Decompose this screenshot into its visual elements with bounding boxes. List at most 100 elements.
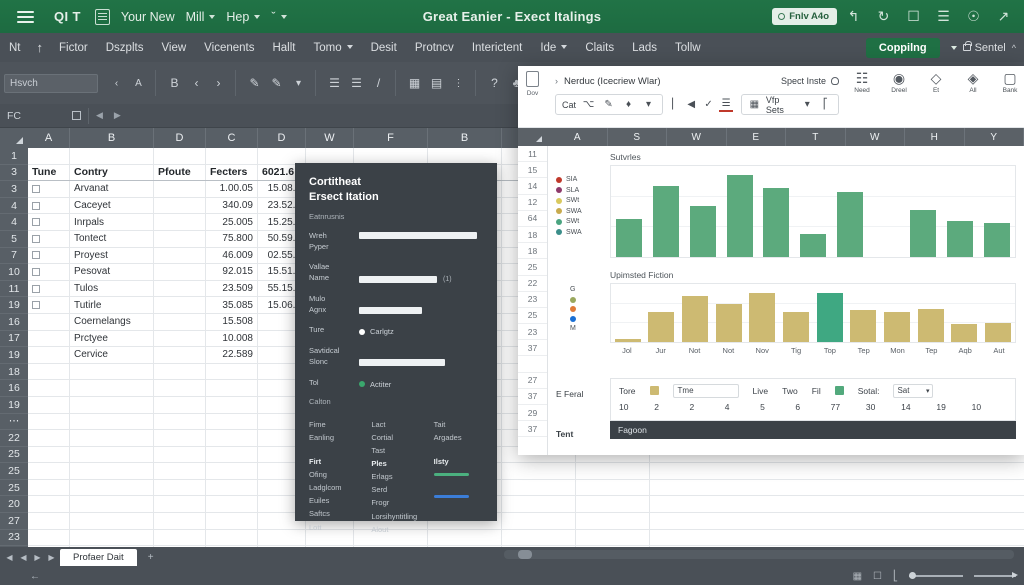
grid-cell[interactable]	[28, 430, 70, 446]
grid-cell[interactable]	[70, 363, 154, 380]
row-header[interactable]: 25	[0, 447, 28, 464]
ribbon-tab-ide[interactable]: Ide	[531, 42, 576, 54]
select-all-icon[interactable]	[72, 111, 81, 120]
cat-tool-group[interactable]: Cat ⌥ ✎ ♦ ▾	[555, 94, 664, 115]
bar[interactable]	[689, 205, 716, 257]
grid-cell[interactable]	[206, 430, 258, 446]
overlay-link[interactable]: Fime	[309, 418, 358, 431]
panel-button-need[interactable]: ☷ Need	[845, 71, 879, 127]
grid-cell[interactable]	[154, 280, 206, 297]
bar[interactable]	[783, 312, 810, 342]
ribbon-tab-lads[interactable]: Lads	[623, 42, 666, 54]
sort-icon[interactable]: ⎢	[667, 97, 680, 112]
font-name-input[interactable]: Hsvch	[4, 73, 98, 93]
panel-doc-button[interactable]: Dov	[526, 71, 539, 127]
grid-cell[interactable]	[28, 264, 70, 280]
row-header[interactable]: 7	[0, 248, 28, 265]
sheet-tab-0[interactable]: Profaer Dait	[60, 548, 137, 566]
grid-cell[interactable]	[354, 148, 428, 164]
grid-cell[interactable]: Inrpals	[70, 214, 154, 230]
zoom-slider[interactable]	[909, 573, 963, 579]
row-header[interactable]: ⋯	[0, 414, 28, 431]
overlay-field-input[interactable]	[359, 275, 437, 283]
cut-icon[interactable]: ⌥	[581, 97, 596, 112]
chart-2-plot[interactable]	[610, 283, 1016, 343]
paint-icon[interactable]: ♦	[621, 97, 636, 112]
align-center-icon[interactable]: ☰	[347, 74, 366, 93]
row-header[interactable]: 3	[0, 181, 28, 198]
page-break-icon[interactable]: ⎣	[893, 571, 898, 582]
prev-sheet-icon[interactable]: ◀	[18, 553, 29, 562]
panel-row-header[interactable]: 27	[518, 373, 547, 389]
overlay-link[interactable]: Erlags	[371, 470, 420, 483]
legend-item[interactable]: SWt	[556, 197, 582, 204]
column-header-b-1[interactable]: B	[70, 128, 154, 148]
panel-row-header[interactable]: 18	[518, 227, 547, 244]
chevron-down-icon[interactable]: ▾	[289, 74, 308, 93]
grid-cell[interactable]: 23.509	[206, 280, 258, 297]
legend-item[interactable]: SWA	[556, 229, 582, 236]
legend-item[interactable]: SLA	[556, 187, 582, 194]
ribbon-tab-desit[interactable]: Desit	[362, 42, 406, 54]
row-header[interactable]: 16	[0, 380, 28, 397]
overlay-link[interactable]: Ofing	[309, 468, 358, 481]
bar[interactable]	[614, 339, 641, 342]
grid-cell[interactable]	[28, 197, 70, 214]
row-header[interactable]: 22	[0, 430, 28, 447]
grid-cell[interactable]	[154, 363, 206, 380]
ribbon-tab-vicenents[interactable]: Vicenents	[195, 42, 263, 54]
panel-column-header-4[interactable]: T	[786, 128, 846, 146]
grid-cell[interactable]: 340.09	[206, 197, 258, 214]
name-box[interactable]: FC	[0, 110, 72, 122]
grid-cell[interactable]	[154, 430, 206, 446]
table-row[interactable]	[28, 513, 1024, 530]
bar[interactable]	[951, 323, 978, 342]
decrease-font-icon[interactable]: ‹	[107, 74, 126, 93]
row-header[interactable]: 16	[0, 314, 28, 331]
grid-cell[interactable]	[28, 479, 70, 496]
row-header[interactable]: 25	[0, 463, 28, 480]
legend-item[interactable]	[570, 306, 580, 312]
grid-cell[interactable]	[70, 463, 154, 479]
grid-cell[interactable]	[154, 479, 206, 496]
grid-cell[interactable]	[576, 463, 650, 479]
grid-cell[interactable]	[576, 513, 650, 529]
check-icon[interactable]: ✓	[702, 97, 715, 112]
grid-cell[interactable]	[70, 529, 154, 546]
grid-cell[interactable]	[306, 148, 354, 164]
grid-cell[interactable]	[28, 148, 70, 164]
increase-font-icon[interactable]: A	[129, 74, 148, 93]
bar[interactable]	[917, 309, 944, 342]
grid-cell[interactable]	[206, 479, 258, 496]
overlay-link[interactable]: Argades	[434, 431, 483, 444]
table-row[interactable]	[28, 479, 1024, 497]
panel-row-header[interactable]: 23	[518, 324, 547, 341]
ribbon-tab-fictor[interactable]: Fictor	[50, 42, 97, 54]
panel-button-dreel[interactable]: ◉ Dreel	[882, 71, 916, 127]
panel-row-header[interactable]: 25	[518, 308, 547, 325]
grid-cell[interactable]	[154, 264, 206, 280]
panel-row-header[interactable]	[518, 356, 547, 373]
panel-column-header-1[interactable]: S	[608, 128, 667, 146]
redo-icon[interactable]: ↻	[870, 5, 897, 29]
underline-icon[interactable]: ›	[209, 74, 228, 93]
grid-cell[interactable]	[206, 413, 258, 430]
bar[interactable]	[884, 312, 911, 342]
overlay-link[interactable]: Saftcs	[309, 507, 358, 520]
column-header-c-3[interactable]: C	[206, 128, 258, 148]
panel-column-header-5[interactable]: W	[846, 128, 905, 146]
summary-cell-1[interactable]	[649, 386, 659, 395]
overlay-field-input[interactable]	[359, 359, 445, 367]
grid-cell[interactable]	[154, 247, 206, 264]
checkbox[interactable]	[32, 267, 40, 276]
legend-item[interactable]: SWt	[556, 218, 582, 225]
grid-cell[interactable]	[28, 330, 70, 347]
grid-cell[interactable]	[206, 363, 258, 380]
chevron-down-icon[interactable]: ▾	[641, 97, 656, 112]
zoom-track[interactable]	[909, 573, 963, 579]
overlay-link[interactable]: Eanling	[309, 431, 358, 444]
checkbox[interactable]	[32, 234, 40, 243]
bar[interactable]	[799, 234, 826, 257]
resize-grip-icon[interactable]	[974, 573, 1018, 578]
grid-cell[interactable]	[502, 463, 576, 479]
